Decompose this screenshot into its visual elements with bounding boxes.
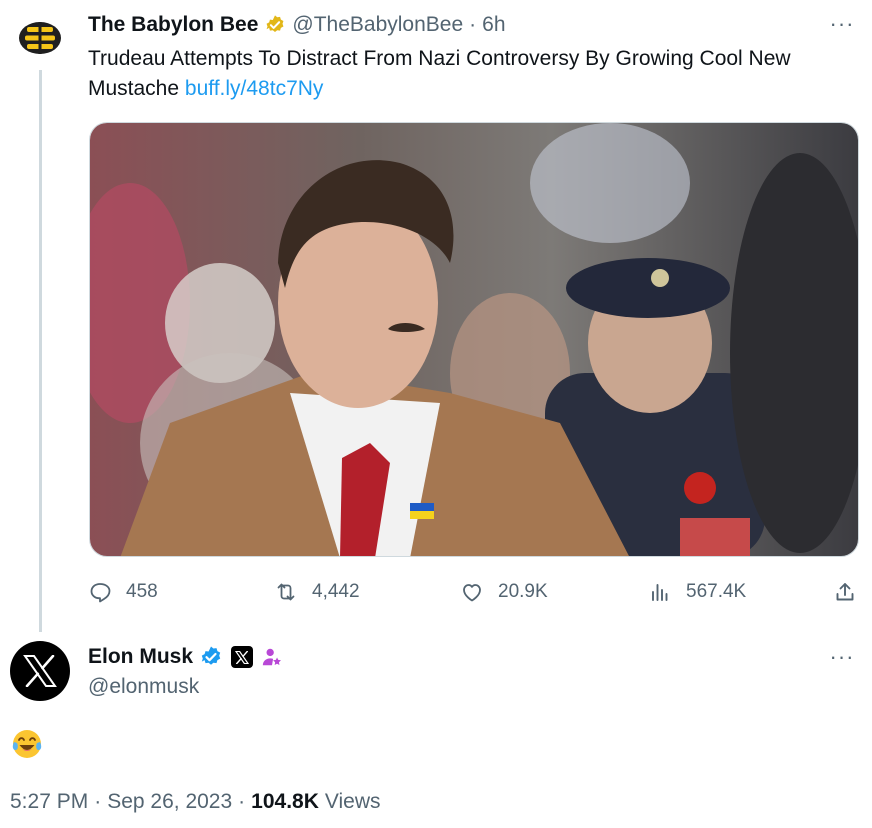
parent-tweet-link[interactable]: buff.ly/48tc7Ny [185, 77, 324, 100]
x-logo-icon [23, 655, 57, 687]
face-with-tears-of-joy-icon [11, 728, 43, 760]
elon-musk-avatar[interactable] [10, 641, 70, 701]
parent-tweet-header: The Babylon Bee @TheBabylonBee · 6h [88, 12, 506, 38]
share-icon [836, 583, 854, 601]
main-tweet-metadata: 5:27 PM · Sep 26, 2023 · 104.8K Views [10, 787, 381, 817]
retweet-button[interactable]: 4,442 [274, 575, 360, 609]
tweet-time[interactable]: 5:27 PM [10, 790, 88, 814]
parent-more-button[interactable]: ··· [828, 11, 856, 36]
reply-icon [90, 583, 111, 603]
views-count: 567.4K [686, 581, 747, 602]
main-tweet-author-row: Elon Musk [88, 643, 283, 671]
parent-author-name[interactable]: The Babylon Bee [88, 13, 258, 37]
main-author-name[interactable]: Elon Musk [88, 645, 193, 669]
retweet-count: 4,442 [312, 581, 360, 602]
separator-dot: · [469, 13, 477, 36]
views-button[interactable]: 567.4K [648, 575, 746, 609]
reply-button[interactable]: 458 [88, 575, 158, 609]
babylon-bee-logo-icon [19, 22, 61, 54]
parent-tweet-text: Trudeau Attempts To Distract From Nazi C… [88, 44, 863, 104]
main-handle[interactable]: @elonmusk [88, 675, 199, 699]
reply-count: 458 [126, 581, 158, 602]
person-with-star-icon [261, 646, 283, 668]
views-label: Views [324, 790, 381, 813]
like-button[interactable]: 20.9K [460, 575, 548, 609]
photo-illustration [90, 123, 858, 556]
parent-tweet-actions: 458 4,442 20.9K 567.4K [88, 575, 864, 609]
separator-dot: · [94, 790, 102, 813]
parent-tweet-photo[interactable] [89, 122, 859, 557]
tweet-date[interactable]: Sep 26, 2023 [107, 790, 232, 814]
blue-verified-badge-icon[interactable] [199, 645, 223, 669]
retweet-icon [277, 583, 295, 601]
share-button[interactable] [833, 575, 857, 609]
main-more-button[interactable]: ··· [828, 644, 856, 669]
parent-handle[interactable]: @TheBabylonBee [292, 13, 463, 37]
thread-connector-line [39, 70, 42, 632]
parent-timestamp[interactable]: 6h [482, 13, 505, 37]
gold-verified-badge-icon[interactable] [264, 14, 286, 36]
x-affiliation-icon[interactable] [231, 646, 254, 668]
babylon-bee-avatar[interactable] [10, 8, 70, 68]
like-count: 20.9K [498, 581, 548, 602]
main-views-count: 104.8K [251, 790, 319, 813]
views-chart-icon [652, 584, 668, 601]
separator-dot: · [238, 790, 246, 813]
heart-icon [463, 584, 481, 602]
